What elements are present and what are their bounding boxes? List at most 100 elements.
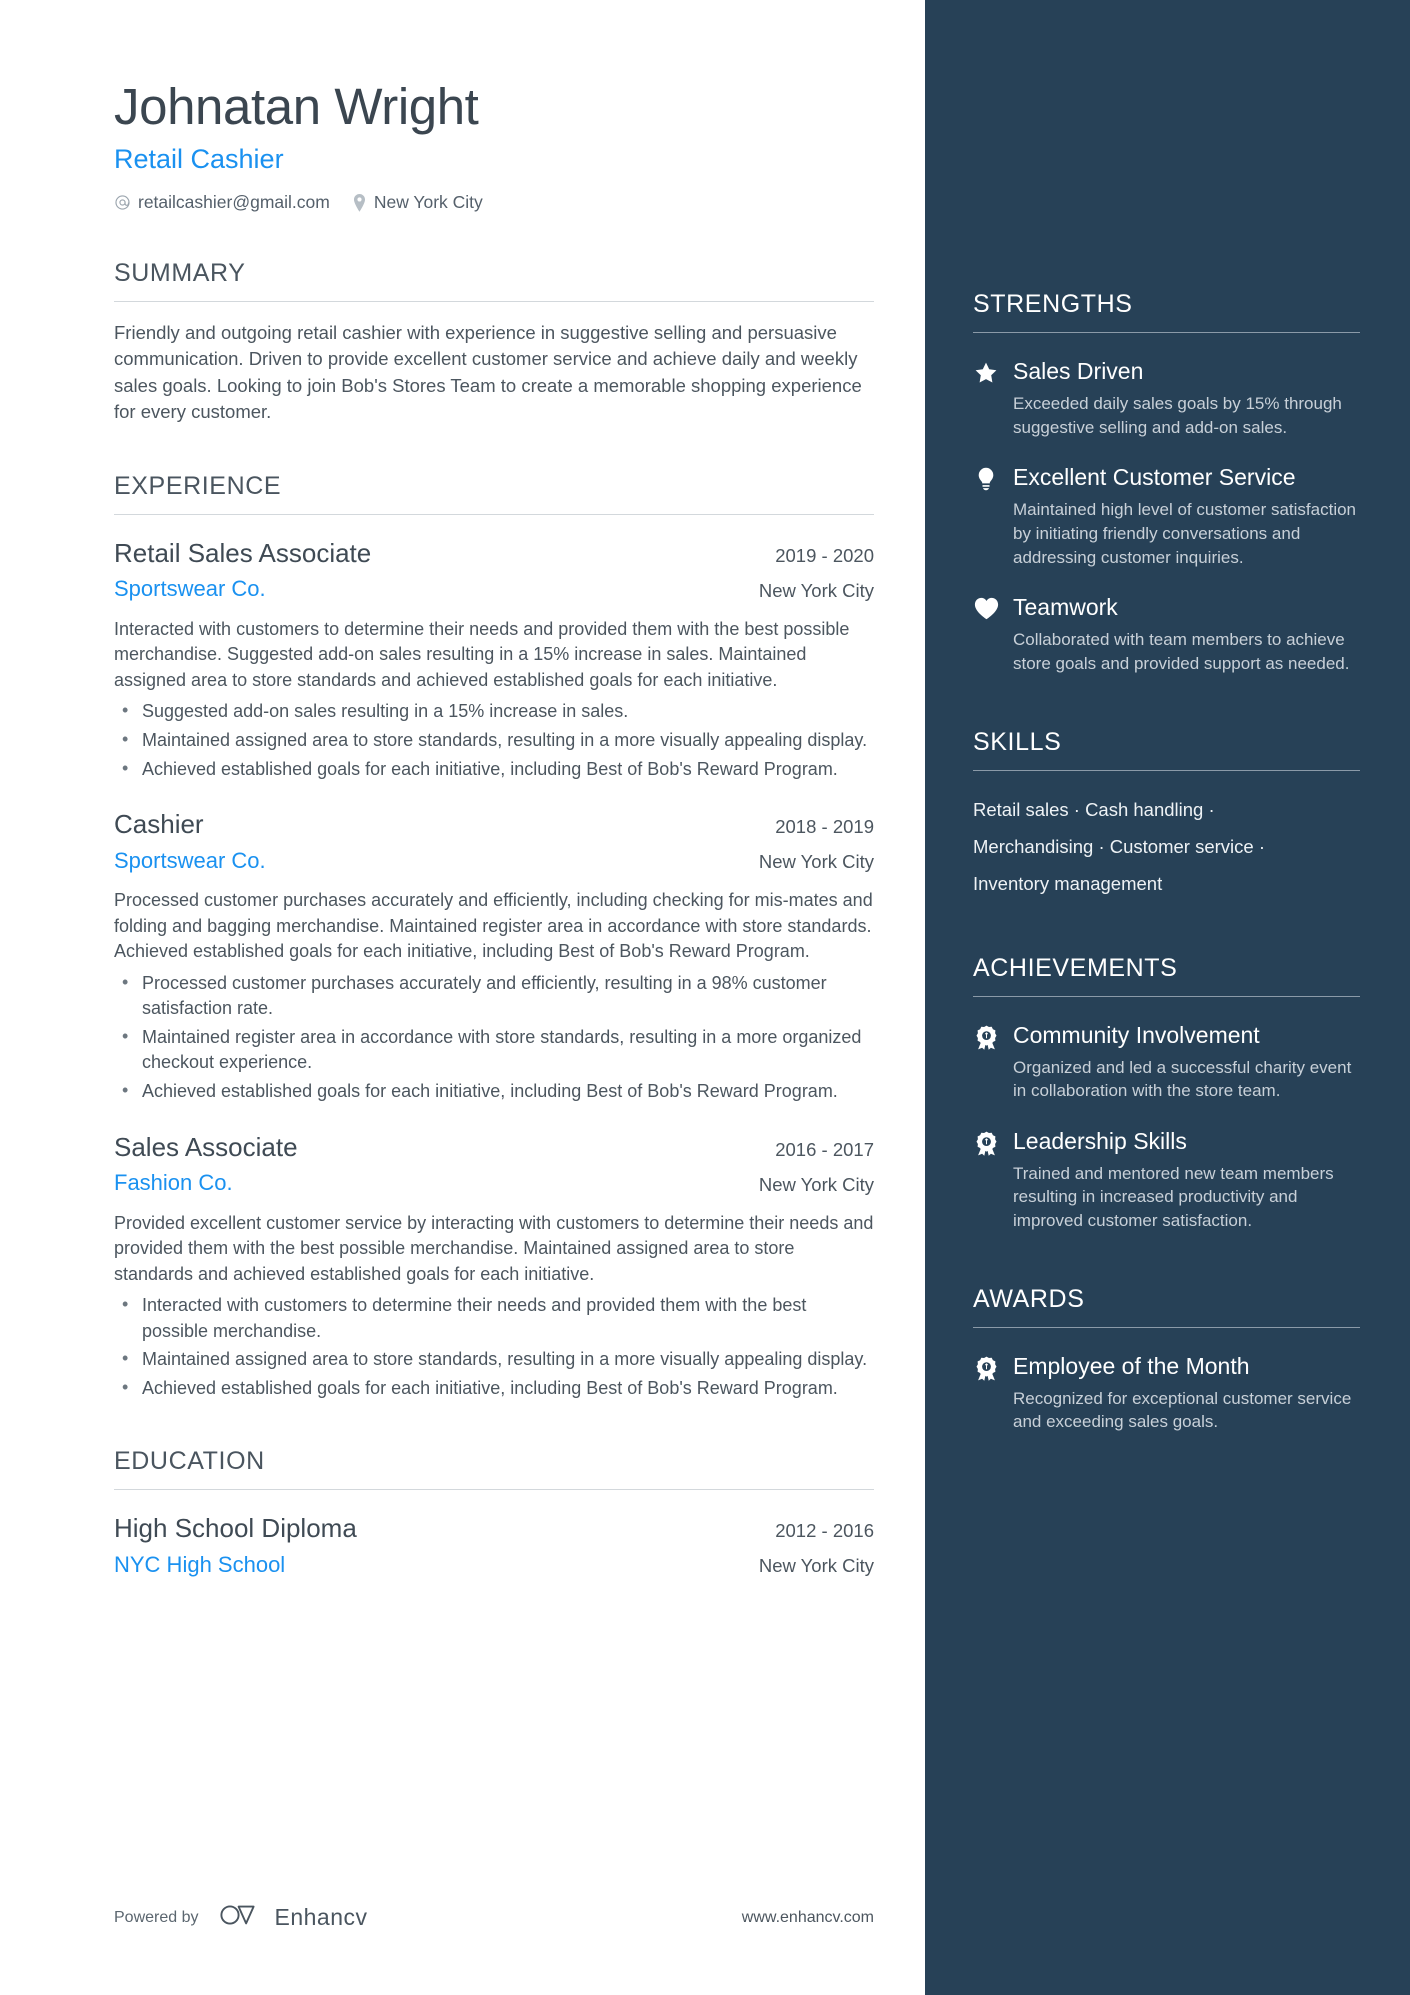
award-ribbon-icon	[973, 1352, 999, 1434]
experience-list: Retail Sales Associate Sportswear Co. 2019…	[114, 537, 874, 1401]
awards-heading: AWARDS	[973, 1284, 1085, 1313]
resume-header: Johnatan Wright Retail Cashier retailcas…	[114, 78, 874, 213]
strength-title: Excellent Customer Service	[1013, 464, 1296, 491]
achievement-body: Leadership Skills Trained and mentored ne…	[1013, 1127, 1360, 1233]
education-item-header: High School Diploma NYC High School 2012 -…	[114, 1512, 874, 1578]
achievement-desc: Organized and led a successful charity e…	[1013, 1057, 1352, 1101]
section-divider	[114, 513, 874, 515]
experience-item-right: 2018 - 2019 New York City	[737, 815, 874, 873]
education-item-right: 2012 - 2016 New York City	[737, 1519, 874, 1577]
experience-bullets: Interacted with customers to determine t…	[114, 1292, 874, 1402]
strengths-list: Sales Driven Exceeded daily sales goals b…	[973, 357, 1360, 676]
section-divider	[114, 301, 874, 303]
experience-bullet: Interacted with customers to determine t…	[114, 1292, 874, 1344]
summary-heading: SUMMARY	[114, 259, 246, 288]
summary-text: Friendly and outgoing retail cashier wit…	[114, 322, 862, 423]
experience-company[interactable]: Sportswear Co.	[114, 847, 737, 875]
experience-bullet: Maintained assigned area to store standa…	[114, 1346, 874, 1373]
sidebar-section-strengths: STRENGTHS Sales Driven Exceeded daily sal…	[973, 290, 1360, 676]
experience-item: Sales Associate Fashion Co. 2016 - 2017 New…	[114, 1131, 874, 1402]
experience-item-header: Sales Associate Fashion Co. 2016 - 2017 New…	[114, 1131, 874, 1197]
experience-bullet: Maintained assigned area to store standa…	[114, 727, 874, 754]
experience-heading: EXPERIENCE	[114, 471, 282, 500]
education-school[interactable]: NYC High School	[114, 1551, 737, 1579]
experience-item: Retail Sales Associate Sportswear Co. 2019…	[114, 537, 874, 782]
skills-list: Retail sales · Cash handling · Merchandis…	[973, 791, 1360, 902]
experience-item-left: Retail Sales Associate Sportswear Co.	[114, 537, 737, 603]
footer-url[interactable]: www.enhancv.com	[742, 1909, 874, 1927]
education-dates: 2012 - 2016	[775, 1520, 874, 1542]
sidebar-section-achievements: ACHIEVEMENTS Community Involvement Organi…	[973, 954, 1360, 1233]
header-job-title: Retail Cashier	[114, 143, 284, 174]
education-list: High School Diploma NYC High School 2012 -…	[114, 1512, 874, 1578]
section-divider	[114, 1489, 874, 1491]
skill-line: Retail sales · Cash handling ·	[973, 798, 1215, 820]
experience-bullet: Maintained register area in accordance w…	[114, 1024, 874, 1076]
experience-bullet: Processed customer purchases accurately …	[114, 970, 874, 1022]
achievement-desc: Trained and mentored new team members re…	[1013, 1163, 1334, 1231]
sidebar-section-skills: SKILLS Retail sales · Cash handling · Mer…	[973, 728, 1360, 902]
contact-email[interactable]: retailcashier@gmail.com	[114, 192, 330, 213]
page-title: Johnatan Wright	[114, 78, 479, 135]
star-icon	[973, 357, 999, 439]
experience-item-header: Retail Sales Associate Sportswear Co. 2019…	[114, 537, 874, 603]
award-item: Employee of the Month Recognized for exce…	[973, 1352, 1360, 1434]
award-desc: Recognized for exceptional customer serv…	[1013, 1388, 1352, 1432]
strength-title: Sales Driven	[1013, 358, 1144, 384]
contact-email-text: retailcashier@gmail.com	[138, 192, 330, 213]
skill-line: Inventory management	[973, 872, 1163, 894]
experience-bullet: Achieved established goals for each init…	[114, 1375, 874, 1402]
experience-company[interactable]: Fashion Co.	[114, 1169, 737, 1197]
heart-icon	[973, 593, 999, 675]
experience-bullets: Suggested add-on sales resulting in a 15…	[114, 699, 874, 782]
experience-bullet: Achieved established goals for each init…	[114, 756, 874, 783]
contact-row: retailcashier@gmail.com New York City	[114, 192, 874, 213]
achievement-title: Leadership Skills	[1013, 1127, 1187, 1154]
strength-desc: Maintained high level of customer satisf…	[1013, 500, 1357, 567]
section-education: EDUCATION High School Diploma NYC High Sc…	[114, 1447, 874, 1578]
education-location: New York City	[758, 1555, 874, 1577]
contact-location: New York City	[352, 192, 483, 213]
sidebar-divider	[973, 769, 1360, 771]
experience-item-right: 2016 - 2017 New York City	[737, 1138, 874, 1196]
experience-bullets: Processed customer purchases accurately …	[114, 970, 874, 1105]
strength-desc: Collaborated with team members to achiev…	[1013, 630, 1350, 673]
achievements-list: Community Involvement Organized and led a…	[973, 1021, 1360, 1233]
experience-role: Sales Associate	[114, 1131, 298, 1162]
sidebar-section-awards: AWARDS Employee of the Month Recognized f…	[973, 1285, 1360, 1434]
experience-location: New York City	[758, 851, 874, 873]
lightbulb-icon	[973, 463, 999, 569]
experience-role: Retail Sales Associate	[114, 537, 372, 568]
sidebar-divider	[973, 1326, 1360, 1328]
experience-location: New York City	[758, 1173, 874, 1195]
section-summary: SUMMARY Friendly and outgoing retail cas…	[114, 259, 874, 426]
education-item-left: High School Diploma NYC High School	[114, 1512, 737, 1578]
experience-dates: 2018 - 2019	[775, 816, 874, 838]
education-degree: High School Diploma	[114, 1513, 357, 1544]
brand[interactable]: Enhancv	[219, 1902, 368, 1933]
skills-heading: SKILLS	[973, 727, 1062, 756]
experience-item: Cashier Sportswear Co. 2018 - 2019 New York…	[114, 808, 874, 1104]
sidebar: STRENGTHS Sales Driven Exceeded daily sal…	[925, 0, 1410, 1995]
strength-body: Teamwork Collaborated with team members t…	[1013, 593, 1360, 675]
section-experience: EXPERIENCE Retail Sales Associate Sportsw…	[114, 472, 874, 1401]
achievement-title: Community Involvement	[1013, 1021, 1260, 1048]
experience-item-left: Sales Associate Fashion Co.	[114, 1131, 737, 1197]
strength-body: Excellent Customer Service Maintained hig…	[1013, 463, 1360, 569]
experience-company[interactable]: Sportswear Co.	[114, 575, 737, 603]
sidebar-divider	[973, 995, 1360, 997]
strength-item: Sales Driven Exceeded daily sales goals b…	[973, 357, 1360, 439]
at-sign-icon	[114, 194, 131, 211]
award-body: Employee of the Month Recognized for exce…	[1013, 1352, 1360, 1434]
powered-by-label: Powered by	[114, 1908, 199, 1926]
brand-name: Enhancv	[274, 1904, 368, 1930]
strength-item: Teamwork Collaborated with team members t…	[973, 593, 1360, 675]
experience-bullet: Achieved established goals for each init…	[114, 1078, 874, 1105]
experience-description: Provided excellent customer service by i…	[114, 1212, 874, 1284]
experience-bullet: Suggested add-on sales resulting in a 15…	[114, 699, 874, 725]
experience-description: Interacted with customers to determine t…	[114, 618, 850, 690]
main-column: Johnatan Wright Retail Cashier retailcas…	[0, 0, 925, 1995]
strengths-heading: STRENGTHS	[973, 290, 1133, 318]
strength-title: Teamwork	[1013, 594, 1118, 621]
map-pin-icon	[352, 193, 367, 212]
